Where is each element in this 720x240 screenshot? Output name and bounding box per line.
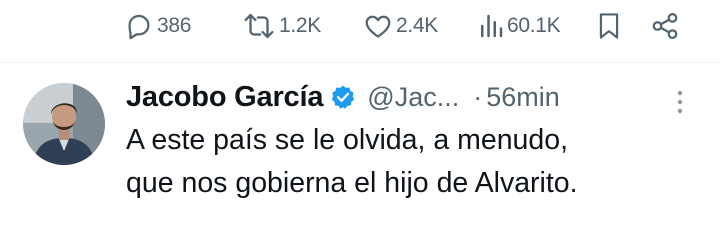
bookmark-icon: [599, 13, 619, 39]
tweet[interactable]: Jacobo García @Jac... · 56min A este paí…: [0, 63, 720, 240]
author-name[interactable]: Jacobo García: [126, 81, 323, 114]
tweet-header: Jacobo García @Jac... · 56min: [126, 77, 696, 117]
reply-icon: [128, 14, 150, 40]
more-options-icon: [677, 90, 683, 114]
more-options-button[interactable]: [670, 87, 690, 117]
reply-count: 386: [157, 14, 192, 37]
tweet-text-line: que nos gobierna el hijo de Alvarito.: [126, 167, 578, 199]
bookmark-button[interactable]: [595, 9, 623, 43]
verified-badge-icon: [330, 84, 356, 110]
tweet-text-line: A este país se le olvida, a menudo,: [126, 124, 569, 156]
share-icon: [652, 13, 678, 39]
repost-count: 1.2K: [279, 14, 321, 37]
tweet-text: A este país se le olvida, a menudo, que …: [126, 119, 706, 205]
timestamp[interactable]: 56min: [486, 82, 560, 113]
views-button[interactable]: 60.1K: [478, 9, 561, 43]
avatar[interactable]: [23, 83, 105, 165]
like-button[interactable]: 2.4K: [363, 9, 438, 43]
like-count: 2.4K: [396, 14, 438, 37]
repost-button[interactable]: 1.2K: [242, 9, 321, 43]
author-handle[interactable]: @Jac...: [367, 82, 459, 113]
views-count: 60.1K: [507, 14, 561, 37]
like-icon: [365, 15, 391, 38]
views-icon: [481, 14, 503, 38]
tweet-action-bar: 386 1.2K 2.4K 60.1K: [0, 0, 720, 56]
separator-dot: ·: [473, 81, 483, 112]
repost-icon: [244, 13, 274, 39]
reply-button[interactable]: 386: [124, 9, 191, 43]
share-button[interactable]: [650, 9, 680, 43]
